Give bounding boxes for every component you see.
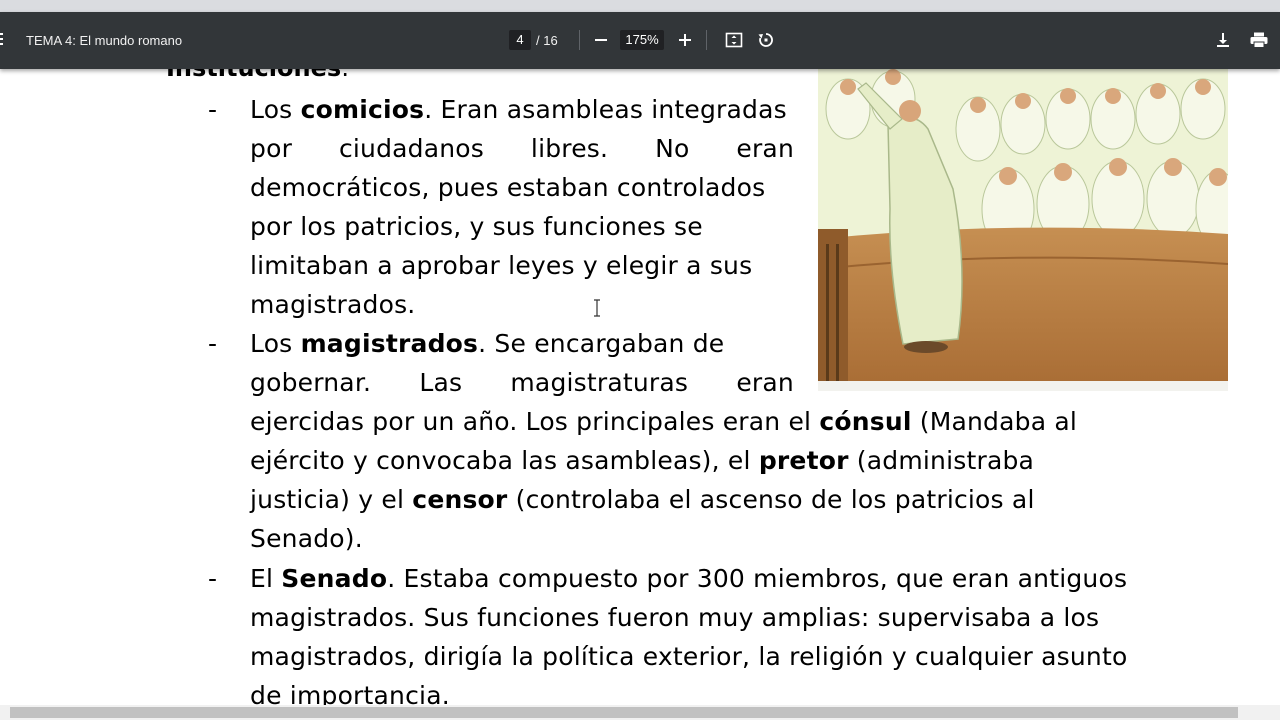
magistrados-line-1: Los magistrados. Se encargaban de (250, 329, 725, 358)
magistrados-line-2: gobernar. Las magistraturas eran (250, 368, 794, 397)
fit-page-icon (725, 32, 743, 48)
senado-line-3: magistrados, dirigía la política exterio… (250, 642, 1128, 671)
scrollbar-thumb[interactable] (10, 707, 1238, 718)
print-button[interactable] (1247, 28, 1271, 52)
magistrados-line-4: ejército y convocaba las asambleas), el … (250, 446, 1035, 475)
comicios-line-5: limitaban a aprobar leyes y elegir a sus (250, 251, 753, 280)
senado-line-4: de importancia. (250, 681, 450, 705)
menu-icon[interactable] (0, 33, 4, 47)
toolbar-divider (579, 30, 580, 50)
zoom-in-button[interactable] (673, 28, 697, 52)
document-title: TEMA 4: El mundo romano (26, 33, 183, 48)
rotate-icon (758, 33, 773, 47)
roman-senate-painting (818, 69, 1228, 391)
toolbar-divider (706, 30, 707, 50)
comicios-line-3: democráticos, pues estaban controlados (250, 173, 766, 202)
browser-strip (0, 0, 1280, 12)
comicios-line-4: por los patricios, y sus funciones se (250, 212, 703, 241)
zoom-out-button[interactable] (589, 28, 613, 52)
zoom-input[interactable]: 175% (620, 30, 664, 50)
page-number-input[interactable]: 4 (509, 30, 531, 50)
bullet-dash: - (208, 95, 218, 124)
zoom-out-icon (595, 39, 607, 41)
bullet-dash: - (208, 329, 218, 358)
senado-line-2: magistrados. Sus funciones fueron muy am… (250, 603, 1100, 632)
comicios-line-6: magistrados. (250, 290, 416, 319)
bullet-dash: - (208, 564, 218, 593)
rotate-button[interactable] (754, 28, 778, 52)
pdf-page-viewer[interactable]: Instituciones: - Los comicios. Eran asam… (0, 69, 1280, 705)
text-cursor-icon (594, 299, 600, 317)
pdf-toolbar: TEMA 4: El mundo romano 4 / 16 175% (0, 12, 1280, 69)
magistrados-line-5: justicia) y el censor (controlaba el asc… (250, 485, 1035, 514)
comicios-line-1: Los comicios. Eran asambleas integradas (250, 95, 787, 124)
magistrados-line-6: Senado). (250, 524, 363, 553)
comicios-line-2: por ciudadanos libres. No eran (250, 134, 794, 163)
horizontal-scrollbar[interactable] (0, 705, 1280, 720)
download-icon (1217, 33, 1229, 47)
page-total: / 16 (536, 33, 558, 48)
magistrados-line-3: ejercidas por un año. Los principales er… (250, 407, 1078, 436)
senado-line-1: El Senado. Estaba compuesto por 300 miem… (250, 564, 1128, 593)
download-button[interactable] (1211, 28, 1235, 52)
fit-page-button[interactable] (722, 28, 746, 52)
zoom-in-icon (679, 34, 691, 46)
print-icon (1250, 32, 1268, 48)
section-heading: Instituciones: (166, 69, 349, 82)
